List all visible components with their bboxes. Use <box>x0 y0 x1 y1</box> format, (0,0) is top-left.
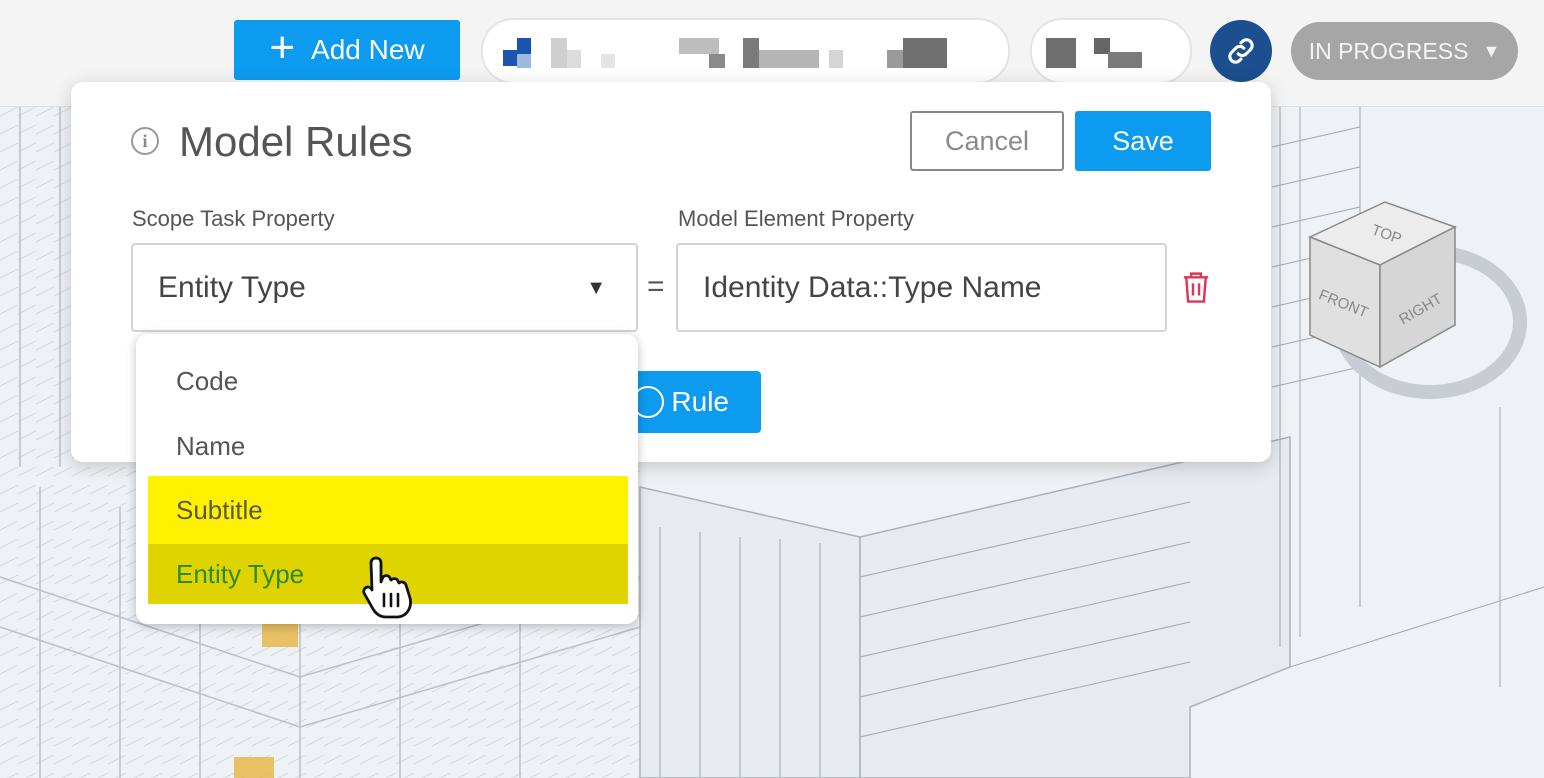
redacted-field[interactable] <box>481 18 1010 84</box>
equals-sign: = <box>647 270 665 303</box>
link-icon <box>1228 38 1254 64</box>
redacted-field[interactable] <box>1030 18 1192 84</box>
add-new-button[interactable]: + Add New <box>234 20 460 80</box>
scope-task-property-select[interactable]: Entity Type ▼ <box>131 243 638 332</box>
model-element-property-label: Model Element Property <box>678 206 914 231</box>
hand-pointer-icon <box>362 556 412 619</box>
caret-down-icon: ▼ <box>1482 40 1501 61</box>
plus-icon: + <box>269 23 296 72</box>
trash-icon[interactable] <box>1181 270 1211 304</box>
model-element-property-input[interactable]: Identity Data::Type Name <box>676 243 1167 332</box>
info-icon[interactable]: i <box>131 127 159 155</box>
scope-task-property-value: Entity Type <box>158 270 306 304</box>
dialog-title: Model Rules <box>179 118 413 165</box>
model-element-property-value: Identity Data::Type Name <box>703 270 1042 304</box>
add-rule-label: Rule <box>671 386 729 417</box>
status-label: IN PROGRESS <box>1308 37 1469 64</box>
link-button[interactable] <box>1210 20 1272 82</box>
dropdown-option-subtitle[interactable]: Subtitle <box>148 476 628 544</box>
dropdown-option-code[interactable]: Code <box>148 349 628 414</box>
status-dropdown[interactable]: IN PROGRESS ▼ <box>1291 22 1518 80</box>
highlighted-element <box>234 757 274 778</box>
cancel-button[interactable]: Cancel <box>910 111 1064 171</box>
save-button[interactable]: Save <box>1075 111 1211 171</box>
scope-task-property-label: Scope Task Property <box>132 206 335 231</box>
add-new-label: Add New <box>311 34 425 65</box>
caret-down-icon: ▼ <box>586 277 606 299</box>
dropdown-option-name[interactable]: Name <box>148 414 628 479</box>
